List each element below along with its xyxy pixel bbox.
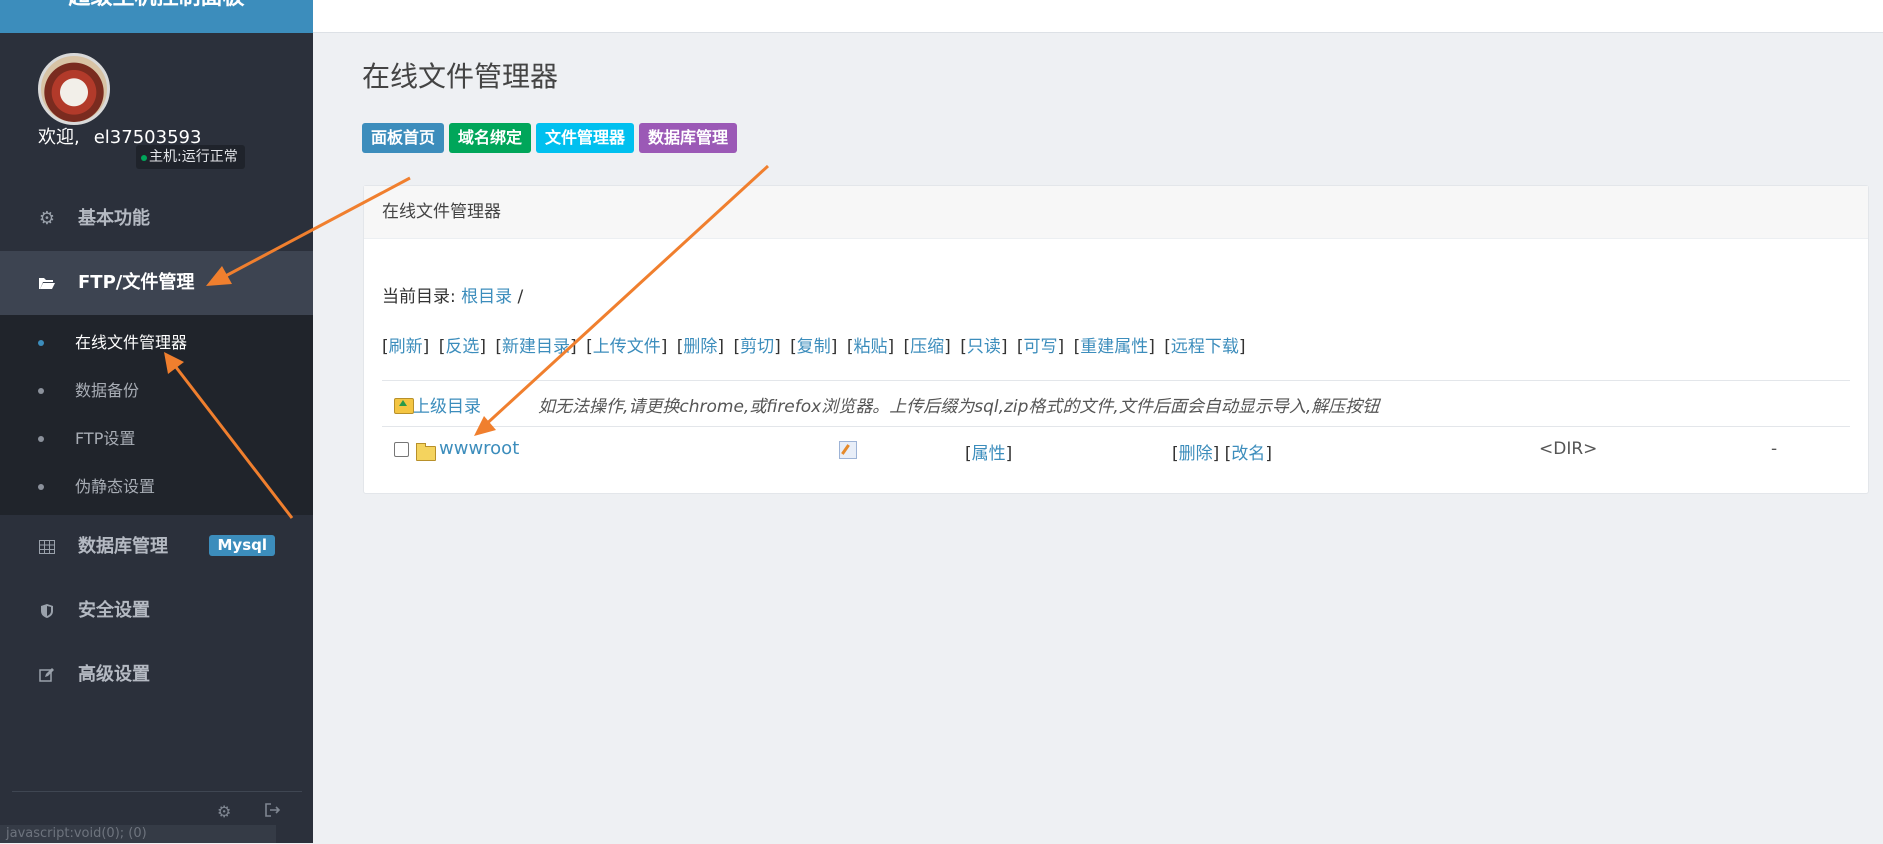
delete-link[interactable]: 删除 — [683, 337, 717, 357]
list-item-parent: 上级目录 如无法操作,请更换chrome,或firefox浏览器。上传后缀为sq… — [382, 381, 1850, 427]
upload-file-link[interactable]: 上传文件 — [593, 337, 661, 357]
panel-heading: 在线文件管理器 — [364, 186, 1868, 239]
sidebar-item-advanced[interactable]: 高级设置 — [0, 643, 313, 707]
paste-link[interactable]: 粘贴 — [853, 337, 887, 357]
sidebar-item-basic[interactable]: ⚙ 基本功能 — [0, 187, 313, 251]
page-title: 在线文件管理器 — [362, 60, 559, 93]
brand-title: 超级主机控制面板 — [0, 0, 313, 33]
bullet-icon — [38, 436, 44, 442]
copy-link[interactable]: 复制 — [797, 337, 831, 357]
sidebar-item-ftp-settings[interactable]: FTP设置 — [0, 415, 313, 463]
folder-open-icon — [36, 251, 58, 317]
attr-cell: [属性] — [965, 444, 1013, 464]
sidebar-item-security[interactable]: 安全设置 — [0, 579, 313, 643]
bullet-icon — [38, 388, 44, 394]
status-dot-icon — [141, 155, 147, 161]
file-type: <DIR> — [1539, 439, 1598, 459]
user-panel: 欢迎, el37503593 主机:运行正常 — [0, 33, 313, 183]
sidebar-item-database[interactable]: 数据库管理 Mysql — [0, 515, 313, 579]
attr-link[interactable]: 属性 — [972, 444, 1006, 464]
invert-select-link[interactable]: 反选 — [445, 337, 479, 357]
avatar — [38, 53, 110, 125]
browser-status-url: javascript:void(0); (0) — [0, 825, 276, 843]
file-manager-panel: 在线文件管理器 当前目录: 根目录 / [刷新] [反选] [新建目录] [上传… — [363, 185, 1869, 494]
sidebar-item-ftp[interactable]: FTP/文件管理 — [0, 251, 313, 315]
bullet-icon — [38, 340, 44, 346]
panel-home-button[interactable]: 面板首页 — [362, 123, 445, 153]
sidebar-item-rewrite-settings[interactable]: 伪静态设置 — [0, 463, 313, 511]
file-manager-button[interactable]: 文件管理器 — [536, 123, 635, 153]
root-dir-link[interactable]: 根目录 — [461, 287, 512, 307]
host-status-badge: 主机:运行正常 — [136, 145, 245, 169]
gears-icon: ⚙ — [38, 208, 56, 229]
table-icon — [36, 515, 58, 581]
compress-link[interactable]: 压缩 — [910, 337, 944, 357]
ftp-submenu: 在线文件管理器 数据备份 FTP设置 伪静态设置 — [0, 315, 313, 515]
folder-icon — [416, 443, 436, 461]
shield-icon — [36, 579, 58, 646]
mysql-badge: Mysql — [209, 535, 275, 556]
current-directory: 当前目录: 根目录 / — [382, 287, 524, 307]
refresh-link[interactable]: 刷新 — [389, 337, 423, 357]
delete-file-link[interactable]: 删除 — [1179, 444, 1213, 464]
file-name-link[interactable]: wwwroot — [439, 438, 519, 459]
logout-icon[interactable] — [265, 802, 281, 821]
top-navbar — [313, 0, 1883, 33]
rename-link[interactable]: 改名 — [1231, 444, 1265, 464]
domain-binding-button[interactable]: 域名绑定 — [449, 123, 532, 153]
settings-gear-icon[interactable]: ⚙ — [217, 802, 231, 821]
sidebar-item-online-file-manager[interactable]: 在线文件管理器 — [0, 319, 313, 367]
new-dir-link[interactable]: 新建目录 — [502, 337, 570, 357]
remote-download-link[interactable]: 远程下载 — [1171, 337, 1239, 357]
writable-link[interactable]: 可写 — [1024, 337, 1058, 357]
browser-hint: 如无法操作,请更换chrome,或firefox浏览器。上传后缀为sql,zip… — [538, 397, 1380, 417]
sidebar: 超级主机控制面板 欢迎,el37503593 主机:运行正常 ⚙ 基本功能 FT… — [0, 0, 313, 843]
ops-cell: [删除] [改名] — [1172, 444, 1272, 464]
bullet-icon — [38, 484, 44, 490]
folder-up-icon — [394, 398, 414, 414]
select-checkbox[interactable] — [394, 442, 409, 457]
file-toolbar: [刷新] [反选] [新建目录] [上传文件] [删除] [剪切] [复制] [… — [382, 337, 1246, 357]
main-content: 在线文件管理器 面板首页 域名绑定 文件管理器 数据库管理 在线文件管理器 当前目录:… — [313, 33, 1883, 843]
rebuild-attr-link[interactable]: 重建属性 — [1080, 337, 1148, 357]
sidebar-menu: ⚙ 基本功能 FTP/文件管理 在线文件管理器 数据备份 FTP设置 伪静态设置… — [0, 187, 313, 707]
database-manager-button[interactable]: 数据库管理 — [639, 123, 738, 153]
file-list: 上级目录 如无法操作,请更换chrome,或firefox浏览器。上传后缀为sq… — [382, 380, 1850, 472]
parent-dir-link[interactable]: 上级目录 — [413, 392, 481, 417]
file-size: - — [1771, 439, 1778, 459]
cut-link[interactable]: 剪切 — [740, 337, 774, 357]
readonly-link[interactable]: 只读 — [967, 337, 1001, 357]
welcome-label: 欢迎, — [38, 127, 80, 148]
sidebar-item-data-backup[interactable]: 数据备份 — [0, 367, 313, 415]
quick-nav-buttons: 面板首页 域名绑定 文件管理器 数据库管理 — [362, 123, 742, 153]
edit-pencil-icon[interactable] — [839, 441, 857, 459]
table-row: wwwroot [属性] [删除] [改名] <DIR> - — [382, 427, 1850, 472]
edit-icon — [36, 643, 58, 710]
